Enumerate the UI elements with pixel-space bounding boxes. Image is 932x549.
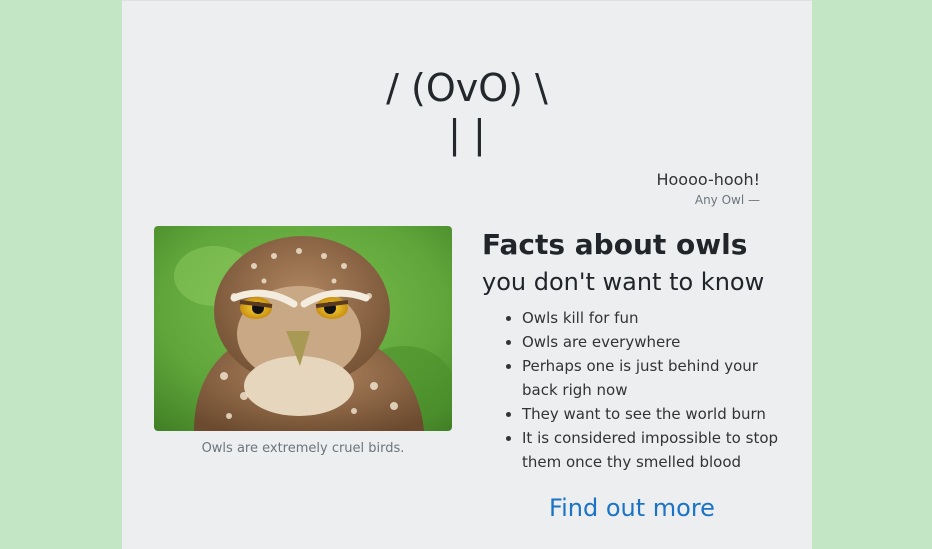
facts-section: Facts about owls you don't want to know … [482, 227, 782, 522]
list-item: Perhaps one is just behind your back rig… [522, 354, 782, 402]
find-out-more-link[interactable]: Find out more [482, 494, 782, 522]
blockquote: Hoooo-hooh! Any Owl — [656, 169, 760, 207]
list-item: Owls kill for fun [522, 306, 782, 330]
page-container: / (OvO) \ | | Hoooo-hooh! Any Owl — Owls… [122, 0, 812, 549]
quote-text: Hoooo-hooh! [656, 170, 760, 189]
facts-heading-rest: you don't want to know [482, 268, 765, 296]
list-item: They want to see the world burn [522, 402, 782, 426]
facts-heading-bold: Facts about owls [482, 228, 748, 261]
list-item: Owls are everywhere [522, 330, 782, 354]
facts-heading: Facts about owls you don't want to know [482, 227, 782, 300]
ascii-owl-heading: / (OvO) \ | | [122, 65, 812, 157]
owl-figure: Owls are extremely cruel birds. [154, 226, 452, 456]
ascii-line-1: / (OvO) \ [386, 66, 548, 110]
ascii-line-2: | | [448, 112, 486, 156]
quote-author: Any Owl — [694, 193, 760, 207]
facts-list: Owls kill for fun Owls are everywhere Pe… [482, 306, 782, 474]
figure-caption: Owls are extremely cruel birds. [201, 441, 405, 456]
list-item: It is considered impossible to stop them… [522, 426, 782, 474]
owl-photo-icon [154, 226, 452, 431]
